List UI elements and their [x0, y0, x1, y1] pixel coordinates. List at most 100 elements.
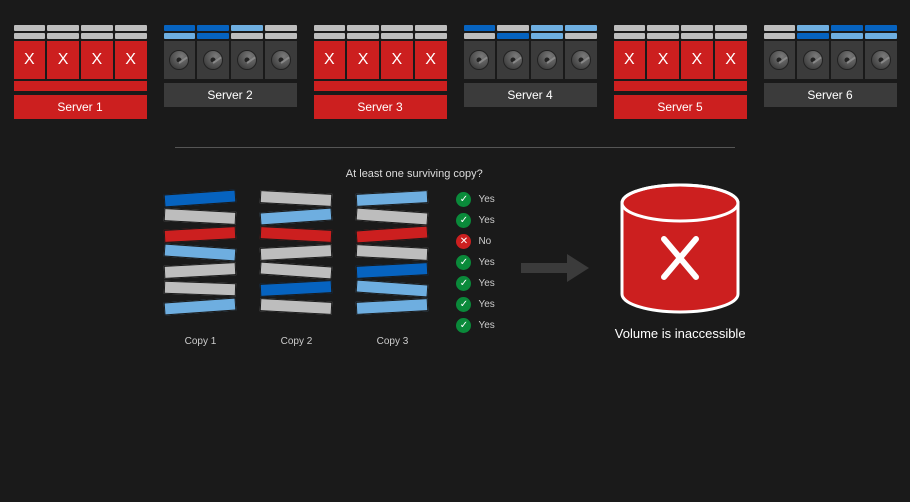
stripe: [356, 298, 429, 315]
data-slab: [764, 33, 796, 39]
check-row: ✓ Yes: [456, 318, 494, 333]
server-label: Server 2: [164, 83, 297, 107]
drive-failed-icon: X: [415, 41, 447, 79]
data-slab: [464, 25, 496, 31]
data-slab: [265, 33, 297, 39]
drive-disk-icon: [464, 41, 496, 79]
stripe: [164, 262, 237, 279]
bottom-section: At least one surviving copy? Copy 1Copy …: [0, 148, 910, 347]
drive-failed-icon: X: [614, 41, 646, 79]
data-slab: [347, 25, 379, 31]
check-row: ✓Yes: [456, 192, 494, 207]
check-text: Yes: [478, 278, 494, 289]
data-slab: [497, 33, 529, 39]
data-slab: [531, 33, 563, 39]
check-text: Yes: [478, 320, 494, 331]
stripe: [356, 244, 429, 261]
drive-failed-icon: X: [347, 41, 379, 79]
server: XXXXServer 5: [614, 25, 747, 119]
drive-disk-icon: [265, 41, 297, 79]
drive-disk-icon: [764, 41, 796, 79]
data-slab: [314, 25, 346, 31]
check-text: Yes: [478, 299, 494, 310]
data-slab: [14, 33, 46, 39]
drive-disk-icon: [497, 41, 529, 79]
data-slab: [565, 25, 597, 31]
data-slab: [81, 33, 113, 39]
check-text: Yes: [478, 215, 494, 226]
check-icon: ✓: [456, 318, 471, 333]
server-label: Server 1: [14, 95, 147, 119]
data-slab: [531, 25, 563, 31]
copy-label: Copy 3: [377, 336, 409, 347]
data-slab: [715, 33, 747, 39]
data-slab: [347, 33, 379, 39]
drive-disk-icon: [231, 41, 263, 79]
data-slab: [314, 33, 346, 39]
data-slab: [415, 33, 447, 39]
check-icon: ✓: [456, 255, 471, 270]
stripe: [164, 298, 237, 316]
data-slab: [14, 25, 46, 31]
drive-failed-icon: X: [314, 41, 346, 79]
server: XXXXServer 1: [14, 25, 147, 119]
checks-list: ✓Yes✓Yes✕No✓Yes✓Yes✓Yes✓Yes: [456, 192, 494, 333]
check-row: ✕No: [456, 234, 494, 249]
copy-column: Copy 2: [260, 192, 332, 347]
check-row: ✓ Yes: [456, 297, 494, 312]
data-slab: [797, 25, 829, 31]
copies-group: Copy 1 Copy 2 Copy 3: [164, 192, 428, 347]
server-row: XXXXServer 1Server 2XXXXServer 3Server 4…: [0, 0, 910, 119]
data-slab: [115, 33, 147, 39]
drive-failed-icon: X: [681, 41, 713, 79]
stripe: [356, 190, 429, 207]
copy-column: Copy 1: [164, 192, 236, 347]
stripe: [260, 298, 333, 315]
server: Server 2: [164, 25, 297, 119]
drive-failed-icon: X: [47, 41, 79, 79]
data-slab: [865, 33, 897, 39]
stripe: [164, 281, 236, 297]
data-slab: [565, 33, 597, 39]
data-slab: [681, 33, 713, 39]
stripe: [356, 262, 429, 279]
stripe: [260, 262, 333, 280]
volume-label: Volume is inaccessible: [615, 326, 746, 341]
check-icon: ✓: [456, 192, 471, 207]
stripe: [164, 190, 237, 208]
server: Server 4: [464, 25, 597, 119]
drive-disk-icon: [197, 41, 229, 79]
data-slab: [47, 33, 79, 39]
drive-disk-icon: [531, 41, 563, 79]
data-slab: [197, 33, 229, 39]
database-failed-icon: [615, 181, 745, 316]
data-slab: [647, 33, 679, 39]
drive-failed-icon: X: [715, 41, 747, 79]
data-slab: [797, 33, 829, 39]
server: XXXXServer 3: [314, 25, 447, 119]
check-text: No: [478, 236, 491, 247]
check-row: ✓ Yes: [456, 276, 494, 291]
drive-disk-icon: [565, 41, 597, 79]
check-text: Yes: [478, 257, 494, 268]
data-slab: [231, 33, 263, 39]
data-slab: [464, 33, 496, 39]
check-row: ✓Yes: [456, 213, 494, 228]
drive-failed-icon: X: [115, 41, 147, 79]
drive-failed-icon: X: [647, 41, 679, 79]
drive-failed-icon: X: [81, 41, 113, 79]
data-slab: [715, 25, 747, 31]
data-slab: [831, 25, 863, 31]
data-slab: [865, 25, 897, 31]
check-icon: ✓: [456, 276, 471, 291]
arrow-icon: [515, 251, 595, 285]
stripe: [260, 244, 333, 261]
check-icon: ✓: [456, 297, 471, 312]
drive-failed-icon: X: [14, 41, 46, 79]
data-slab: [415, 25, 447, 31]
stripe: [260, 190, 333, 207]
stripe: [164, 244, 237, 262]
data-slab: [115, 25, 147, 31]
stripe: [164, 208, 237, 225]
drive-disk-icon: [797, 41, 829, 79]
